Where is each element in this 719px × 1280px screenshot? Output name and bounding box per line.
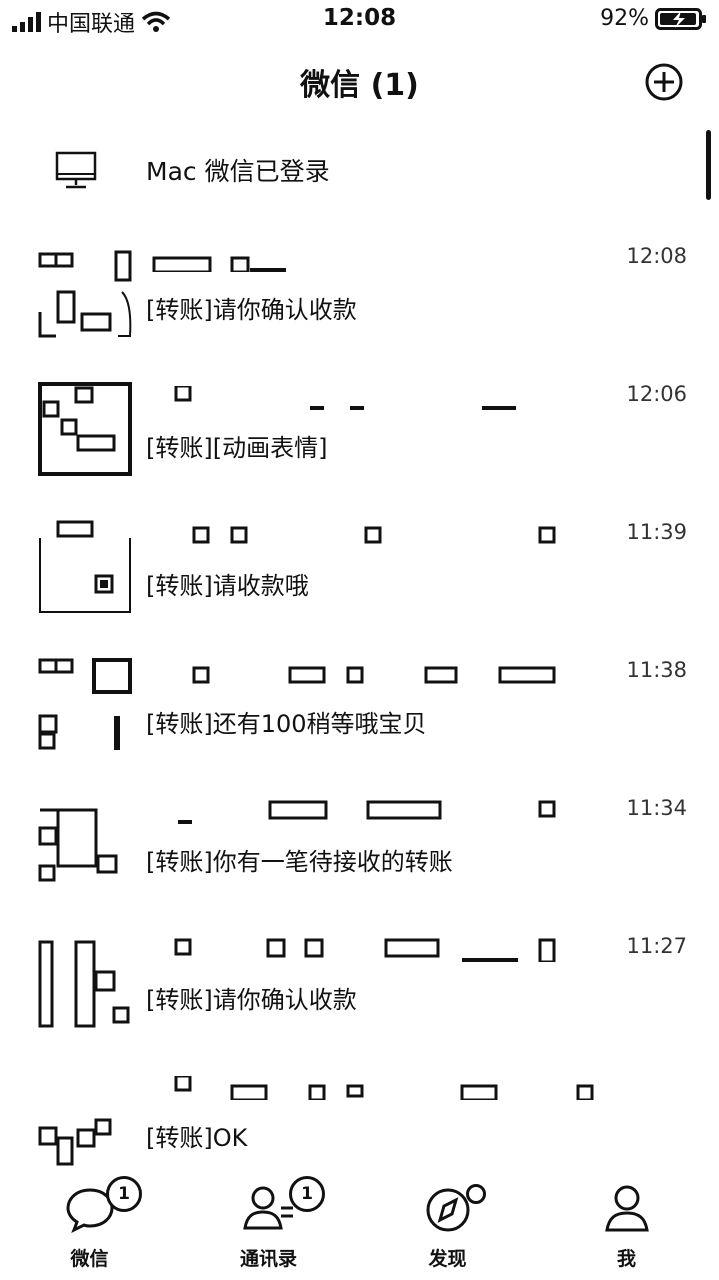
message-preview: [转账][动画表情]	[146, 434, 328, 462]
tab-wechat[interactable]: 1 微信	[0, 1168, 179, 1280]
contact-name-redacted	[178, 800, 556, 824]
message-preview: [转账]OK	[146, 1124, 248, 1152]
add-plus-icon[interactable]	[644, 62, 684, 102]
mac-login-text: Mac 微信已登录	[146, 157, 330, 186]
message-preview: [转账]请你确认收款	[146, 986, 357, 1014]
battery-charging-icon	[655, 7, 706, 30]
chat-item[interactable]: [转账]请你确认收款 12:08	[0, 220, 719, 350]
status-right: 92%	[600, 6, 707, 31]
message-preview: [转账]请收款哦	[146, 572, 309, 600]
message-time: 12:06	[626, 382, 687, 406]
chat-item[interactable]: [转账]OK	[0, 1048, 719, 1178]
monitor-icon	[55, 151, 97, 189]
contact-name-redacted	[192, 666, 556, 684]
avatar	[38, 940, 130, 1028]
message-time: 12:08	[626, 244, 687, 268]
tab-label: 我	[616, 1248, 636, 1270]
tab-label: 通讯录	[239, 1248, 297, 1270]
unread-badge: 1	[289, 1176, 325, 1212]
avatar	[38, 658, 132, 750]
message-time: 11:34	[626, 796, 687, 820]
tab-bar: 1 微信 1 通讯录 发现 我	[0, 1168, 719, 1280]
message-preview: [转账]还有100稍等哦宝贝	[146, 710, 427, 738]
contacts-icon	[242, 1186, 293, 1230]
person-icon	[604, 1185, 649, 1232]
new-dot	[466, 1184, 486, 1204]
contact-name-redacted	[174, 1076, 594, 1100]
status-bar: 中国联通 12:08 92%	[0, 0, 719, 40]
scrollbar[interactable]	[706, 130, 711, 200]
chat-item[interactable]: [转账]还有100稍等哦宝贝 11:38	[0, 634, 719, 764]
avatar	[38, 808, 118, 882]
tab-me[interactable]: 我	[537, 1168, 716, 1280]
chat-item[interactable]: [转账]请收款哦 11:39	[0, 496, 719, 626]
avatar	[38, 1118, 112, 1166]
contact-name-redacted	[152, 256, 286, 272]
tab-label: 微信	[70, 1248, 109, 1270]
message-preview: [转账]请你确认收款	[146, 296, 357, 324]
message-preview: [转账]你有一笔待接收的转账	[146, 848, 453, 876]
message-time: 11:27	[626, 934, 687, 958]
avatar	[39, 520, 131, 613]
chat-item[interactable]: [转账]请你确认收款 11:27	[0, 910, 719, 1040]
page-title: 微信 (1)	[300, 68, 419, 103]
contact-name-redacted	[192, 526, 556, 544]
nav-header: 微信 (1)	[0, 50, 719, 114]
chat-item[interactable]: [转账]你有一笔待接收的转账 11:34	[0, 772, 719, 902]
contact-name-redacted	[174, 938, 556, 962]
tab-label: 发现	[428, 1248, 467, 1270]
tab-contacts[interactable]: 1 通讯录	[179, 1168, 358, 1280]
avatar	[38, 250, 132, 338]
battery-percent: 92%	[600, 6, 649, 31]
unread-badge: 1	[106, 1176, 142, 1212]
avatar	[38, 382, 132, 476]
message-time: 11:39	[626, 520, 687, 544]
message-time: 11:38	[626, 658, 687, 682]
mac-login-banner[interactable]: Mac 微信已登录	[0, 130, 700, 206]
contact-name-redacted	[174, 386, 516, 410]
chat-item[interactable]: [转账][动画表情] 12:06	[0, 358, 719, 488]
tab-discover[interactable]: 发现	[358, 1168, 537, 1280]
